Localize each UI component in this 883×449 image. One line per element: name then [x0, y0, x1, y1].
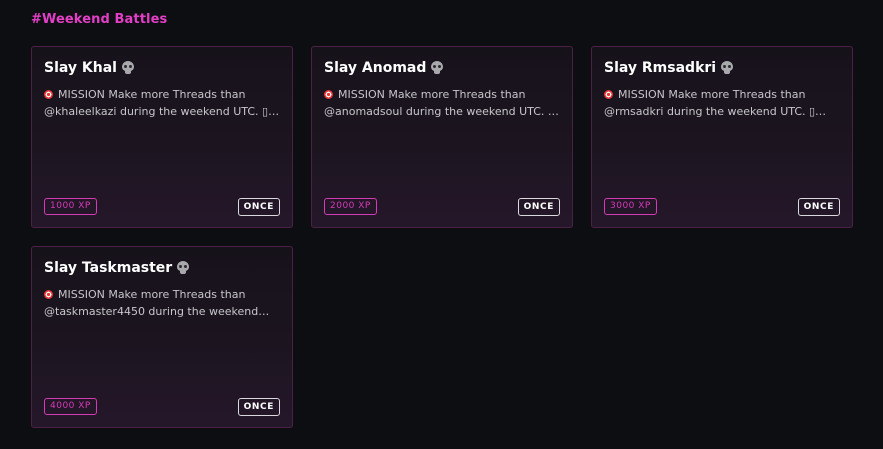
weekend-battles-section: #Weekend Battles Slay Khal MISSION Make … [0, 0, 883, 449]
card-title: Slay Taskmaster [44, 260, 190, 276]
battle-card-khal[interactable]: Slay Khal MISSION Make more Threads than… [31, 46, 293, 228]
desc-line-2: @anomadsoul during the weekend UTC. … [324, 105, 559, 118]
xp-badge: 3000 XP [604, 198, 657, 215]
section-title: #Weekend Battles [31, 12, 168, 27]
frequency-badge: ONCE [517, 198, 560, 216]
target-icon [604, 90, 613, 99]
target-icon [44, 90, 53, 99]
card-title: Slay Rmsadkri [604, 60, 734, 76]
battle-card-anomad[interactable]: Slay Anomad MISSION Make more Threads th… [311, 46, 573, 228]
desc-line-1: MISSION Make more Threads than [338, 88, 526, 101]
card-title-text: Slay Rmsadkri [604, 60, 717, 76]
desc-line-1: MISSION Make more Threads than [58, 288, 246, 301]
desc-line-2: @rmsadkri during the weekend UTC. ▯… [604, 105, 827, 118]
card-title-text: Slay Anomad [324, 60, 427, 76]
card-description: MISSION Make more Threads than @anomadso… [324, 86, 564, 120]
target-icon [324, 90, 333, 99]
desc-line-1: MISSION Make more Threads than [58, 88, 246, 101]
card-description: MISSION Make more Threads than @taskmast… [44, 286, 284, 320]
battle-card-rmsadkri[interactable]: Slay Rmsadkri MISSION Make more Threads … [591, 46, 853, 228]
skull-icon [121, 61, 135, 75]
skull-icon [430, 61, 444, 75]
frequency-badge: ONCE [237, 198, 280, 216]
xp-badge: 2000 XP [324, 198, 377, 215]
battle-card-taskmaster[interactable]: Slay Taskmaster MISSION Make more Thread… [31, 246, 293, 428]
card-description: MISSION Make more Threads than @rmsadkri… [604, 86, 844, 120]
target-icon [44, 290, 53, 299]
desc-line-2: @taskmaster4450 during the weekend… [44, 305, 270, 318]
card-description: MISSION Make more Threads than @khaleelk… [44, 86, 284, 120]
card-title-text: Slay Taskmaster [44, 260, 173, 276]
card-title: Slay Anomad [324, 60, 444, 76]
frequency-badge: ONCE [237, 398, 280, 416]
card-title-text: Slay Khal [44, 60, 117, 76]
desc-line-2: @khaleelkazi during the weekend UTC. ▯… [44, 105, 280, 118]
xp-badge: 1000 XP [44, 198, 97, 215]
desc-line-1: MISSION Make more Threads than [618, 88, 806, 101]
xp-badge: 4000 XP [44, 398, 97, 415]
frequency-badge: ONCE [797, 198, 840, 216]
skull-icon [176, 261, 190, 275]
card-title: Slay Khal [44, 60, 135, 76]
skull-icon [720, 61, 734, 75]
